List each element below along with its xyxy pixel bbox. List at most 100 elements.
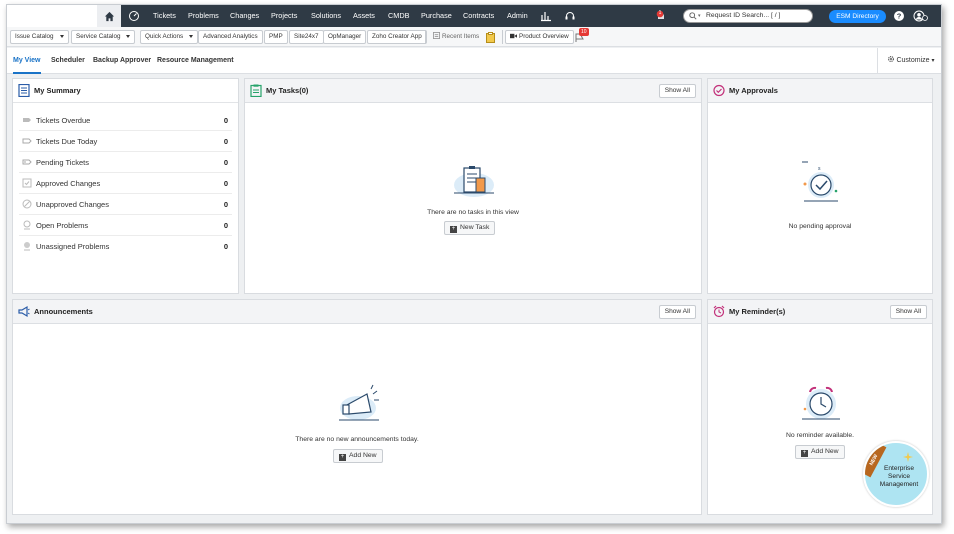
customize-label: Customize	[896, 57, 930, 64]
summary-list-icon	[18, 84, 30, 97]
approvals-title: My Approvals	[729, 86, 778, 95]
site24x7-button[interactable]: Site24x7	[289, 30, 324, 44]
nav-purchase[interactable]: Purchase	[421, 5, 452, 27]
plus-icon: +	[339, 454, 346, 461]
opmanager-button[interactable]: OpManager	[323, 30, 367, 44]
add-announcement-button[interactable]: + Add New	[333, 449, 383, 463]
nav-problems[interactable]: Problems	[188, 5, 219, 27]
summary-row-unassigned-problems[interactable]: Unassigned Problems 0	[19, 236, 232, 257]
dashboard-gauge-icon[interactable]	[128, 10, 140, 22]
my-summary-panel: My Summary Tickets Overdue 0 Tickets Due…	[12, 78, 239, 294]
unapproved-change-icon	[22, 199, 32, 209]
esm-line-3: Management	[879, 481, 919, 488]
summary-count[interactable]: 0	[224, 236, 228, 257]
summary-title: My Summary	[34, 86, 81, 95]
nav-contracts[interactable]: Contracts	[463, 5, 494, 27]
add-reminder-button[interactable]: + Add New	[795, 445, 845, 459]
sparkle-icon	[903, 452, 913, 462]
product-overview-label: Product Overview	[519, 33, 569, 40]
top-navigation: Tickets Problems Changes Projects Soluti…	[7, 5, 941, 27]
announcements-show-all-button[interactable]: Show All	[658, 305, 696, 319]
tab-my-view[interactable]: My View	[13, 48, 41, 74]
summary-row-tickets-overdue[interactable]: Tickets Overdue 0	[19, 110, 232, 131]
esm-badge-text: Enterprise Service Management	[871, 465, 927, 489]
open-problem-icon	[23, 220, 31, 230]
svg-text:s: s	[818, 166, 821, 172]
tasks-empty-message: There are no tasks in this view	[427, 209, 519, 216]
new-task-label: New Task	[460, 224, 490, 231]
tab-scheduler[interactable]: Scheduler	[51, 48, 85, 74]
summary-count[interactable]: 0	[224, 215, 228, 236]
advanced-analytics-button[interactable]: Advanced Analytics	[198, 30, 263, 44]
ticket-overdue-icon	[23, 118, 31, 122]
clipboard-icon[interactable]	[486, 32, 495, 43]
chevron-down-icon	[59, 34, 64, 38]
home-button[interactable]	[97, 5, 121, 27]
nav-tickets[interactable]: Tickets	[153, 5, 176, 27]
search-dropdown-caret[interactable]: ▾	[698, 10, 701, 22]
pmp-button[interactable]: PMP	[264, 30, 288, 44]
summary-count[interactable]: 0	[224, 131, 228, 152]
summary-row-tickets-due-today[interactable]: Tickets Due Today 0	[19, 131, 232, 152]
ticket-due-icon	[22, 138, 32, 144]
request-search-input[interactable]: ▾ Request ID Search... [ / ]	[683, 9, 813, 23]
plus-icon: +	[801, 450, 808, 457]
unassigned-problem-icon	[24, 242, 30, 251]
nav-projects[interactable]: Projects	[271, 5, 297, 27]
tab-resource-management[interactable]: Resource Management	[157, 48, 234, 74]
summary-count[interactable]: 0	[224, 110, 228, 131]
summary-row-approved-changes[interactable]: Approved Changes 0	[19, 173, 232, 194]
zoho-creator-button[interactable]: Zoho Creator App	[367, 30, 427, 44]
announcements-title: Announcements	[34, 307, 93, 316]
view-tabs: My View Scheduler Backup Approver Resour…	[7, 48, 941, 74]
reminders-show-all-button[interactable]: Show All	[889, 305, 927, 319]
issue-catalog-dropdown[interactable]: Issue Catalog	[10, 30, 69, 44]
nav-changes[interactable]: Changes	[230, 5, 259, 27]
announcements-header: Announcements Show All	[13, 300, 701, 324]
summary-count[interactable]: 0	[224, 194, 228, 215]
logo-area	[7, 5, 97, 27]
quick-actions-dropdown[interactable]: Quick Actions	[140, 30, 199, 44]
alarm-clock-icon	[713, 305, 725, 318]
home-icon	[104, 11, 114, 21]
tasks-title: My Tasks(0)	[266, 86, 309, 95]
product-overview-button[interactable]: Product Overview	[505, 30, 574, 44]
chevron-down-icon: ▾	[931, 58, 935, 64]
nav-assets[interactable]: Assets	[353, 5, 375, 27]
service-catalog-label: Service Catalog	[76, 33, 121, 40]
esm-promo-badge[interactable]: NEW Enterprise Service Management	[863, 441, 929, 507]
quick-toolbar: Issue Catalog Service Catalog Quick Acti…	[7, 27, 941, 47]
esm-directory-button[interactable]: ESM Directory	[829, 10, 886, 23]
reminders-header: My Reminder(s) Show All	[708, 300, 932, 324]
recent-items-button[interactable]: Recent Items	[428, 30, 484, 44]
service-catalog-dropdown[interactable]: Service Catalog	[71, 30, 136, 44]
nav-cmdb[interactable]: CMDB	[388, 5, 410, 27]
add-new-label: Add New	[811, 448, 839, 455]
reports-chart-icon[interactable]	[540, 10, 552, 22]
announcements-panel: Announcements Show All There are no new …	[12, 299, 702, 515]
summary-count[interactable]: 0	[224, 152, 228, 173]
approvals-empty-message: No pending approval	[788, 223, 852, 230]
new-task-button[interactable]: + New Task	[444, 221, 496, 235]
tasks-header: My Tasks(0) Show All	[245, 79, 701, 103]
gear-icon	[887, 56, 894, 62]
user-profile-icon[interactable]	[913, 10, 929, 22]
clipboard-task-icon	[250, 84, 262, 97]
help-icon[interactable]: ?	[893, 10, 905, 22]
notification-count: 1	[658, 10, 662, 16]
summary-label: Unapproved Changes	[36, 200, 109, 209]
headset-icon[interactable]	[564, 10, 576, 22]
summary-row-pending-tickets[interactable]: Pending Tickets 0	[19, 152, 232, 173]
summary-count[interactable]: 0	[224, 173, 228, 194]
toolbar-divider	[425, 30, 426, 44]
nav-solutions[interactable]: Solutions	[311, 5, 341, 27]
summary-label: Approved Changes	[36, 179, 101, 188]
add-new-label: Add New	[349, 452, 377, 459]
summary-row-unapproved-changes[interactable]: Unapproved Changes 0	[19, 194, 232, 215]
customize-button[interactable]: Customize ▾	[877, 48, 941, 74]
summary-row-open-problems[interactable]: Open Problems 0	[19, 215, 232, 236]
tab-backup-approver[interactable]: Backup Approver	[93, 48, 151, 74]
video-icon	[510, 33, 517, 39]
tasks-show-all-button[interactable]: Show All	[658, 84, 696, 98]
nav-admin[interactable]: Admin	[507, 5, 528, 27]
